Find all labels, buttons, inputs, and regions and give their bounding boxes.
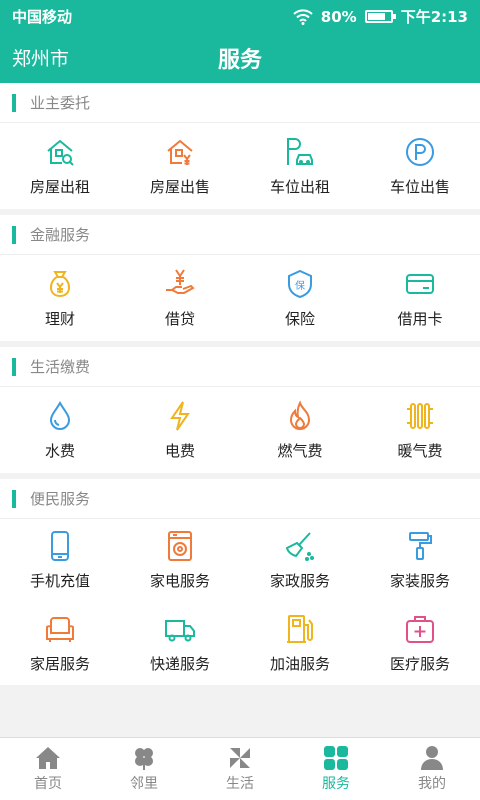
page-title: 服务 — [217, 48, 262, 73]
pinwheel-icon — [230, 748, 250, 768]
bottom-tab-bar: 首页 邻里 生活 服务 我的 — [0, 737, 480, 800]
clock: 下午2:13 — [400, 8, 468, 26]
tab-mine[interactable]: 我的 — [384, 738, 480, 800]
section-title: 生活缴费 — [30, 358, 91, 376]
service-fuel[interactable]: 加油服务 — [240, 602, 360, 685]
service-heating-bill[interactable]: 暖气费 — [360, 387, 480, 473]
service-medical[interactable]: 医疗服务 — [360, 602, 480, 685]
phone-icon — [51, 531, 69, 561]
service-express[interactable]: 快递服务 — [120, 602, 240, 685]
person-icon — [421, 746, 443, 770]
section-owner-entrust: 业主委托 房屋出租 房屋出售 车位出租 车位出售 — [0, 83, 480, 209]
carrier-name: 中国移动 — [12, 8, 73, 26]
tab-service[interactable]: 服务 — [288, 738, 384, 800]
service-house-rent[interactable]: 房屋出租 — [0, 123, 120, 209]
section-title: 金融服务 — [30, 226, 91, 244]
service-parking-sale[interactable]: 车位出售 — [360, 123, 480, 209]
service-credit-card[interactable]: 借用卡 — [360, 255, 480, 341]
truck-icon — [165, 620, 195, 642]
tab-life[interactable]: 生活 — [192, 738, 288, 800]
money-bag-icon — [50, 270, 70, 297]
service-list: 业主委托 房屋出租 房屋出售 车位出租 车位出售 金融服务 理财 借贷 保 保险… — [0, 83, 480, 691]
battery-icon — [364, 10, 396, 23]
parking-circle-icon — [406, 137, 434, 166]
app-header: 郑州市 服务 — [0, 33, 480, 83]
status-bar: 中国移动 80% 下午2:13 — [0, 0, 480, 33]
credit-card-icon — [406, 273, 434, 294]
fuel-icon — [287, 615, 313, 643]
section-convenience: 便民服务 手机充值 家电服务 家政服务 家装服务 家居服务 快递服务 加油服务 … — [0, 479, 480, 685]
service-gas-bill[interactable]: 燃气费 — [240, 387, 360, 473]
section-finance: 金融服务 理财 借贷 保 保险 借用卡 — [0, 215, 480, 341]
water-drop-icon — [49, 400, 71, 430]
service-electric-bill[interactable]: 电费 — [120, 387, 240, 473]
service-wealth[interactable]: 理财 — [0, 255, 120, 341]
tab-neighbors[interactable]: 邻里 — [96, 738, 192, 800]
service-appliance[interactable]: 家电服务 — [120, 519, 240, 602]
wifi-icon — [293, 8, 313, 25]
medical-kit-icon — [406, 616, 434, 643]
section-title: 业主委托 — [30, 94, 91, 112]
svg-text:保: 保 — [295, 279, 305, 292]
sofa-icon — [46, 617, 74, 642]
flame-icon — [289, 399, 311, 430]
service-housekeeping[interactable]: 家政服务 — [240, 519, 360, 602]
service-phone-topup[interactable]: 手机充值 — [0, 519, 120, 602]
paint-roller-icon — [409, 532, 432, 560]
clover-icon — [135, 748, 153, 770]
service-loan[interactable]: 借贷 — [120, 255, 240, 341]
lightning-icon — [170, 400, 190, 431]
service-house-sale[interactable]: 房屋出售 — [120, 123, 240, 209]
service-furniture[interactable]: 家居服务 — [0, 602, 120, 685]
service-parking-rent[interactable]: 车位出租 — [240, 123, 360, 209]
radiator-icon — [407, 402, 433, 429]
tab-home[interactable]: 首页 — [0, 738, 96, 800]
house-yen-icon — [167, 139, 193, 165]
house-search-icon — [47, 139, 74, 166]
insurance-shield-icon: 保 — [288, 269, 312, 298]
service-decoration[interactable]: 家装服务 — [360, 519, 480, 602]
service-water-bill[interactable]: 水费 — [0, 387, 120, 473]
section-title: 便民服务 — [30, 490, 91, 508]
battery-percent: 80% — [320, 7, 357, 26]
loan-hand-icon — [166, 268, 195, 294]
section-bill-payment: 生活缴费 水费 电费 燃气费 暖气费 — [0, 347, 480, 473]
parking-car-icon — [287, 137, 313, 165]
home-icon — [36, 747, 60, 769]
grid-icon — [324, 746, 348, 770]
service-insurance[interactable]: 保 保险 — [240, 255, 360, 341]
washing-machine-icon — [168, 531, 192, 561]
broom-icon — [285, 532, 314, 561]
